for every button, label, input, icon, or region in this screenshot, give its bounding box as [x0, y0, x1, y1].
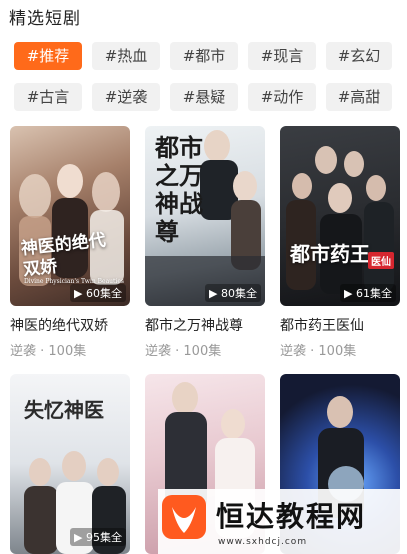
tag-comeback[interactable]: #逆袭	[92, 83, 160, 111]
drama-meta: 逆袭 · 100集	[145, 344, 222, 359]
play-icon: ▶	[344, 287, 356, 300]
drama-title[interactable]: 都市之万神战尊	[145, 315, 243, 335]
play-icon: ▶	[74, 287, 86, 300]
tag-action[interactable]: #动作	[248, 83, 316, 111]
section-title: 精选短剧	[9, 9, 81, 29]
watermark-logo-icon	[162, 495, 206, 539]
drama-poster[interactable]: 都市药王 医仙 ▶ 61集全	[280, 126, 400, 306]
tag-hot-blood[interactable]: #热血	[92, 42, 160, 70]
poster-title-art: 失忆神医	[24, 398, 104, 422]
play-icon: ▶	[209, 287, 221, 300]
drama-poster[interactable]: 神医的绝代双娇 Divine Physician's Twin Beauties…	[10, 126, 130, 306]
tag-urban[interactable]: #都市	[170, 42, 238, 70]
tag-ancient-romance[interactable]: #古言	[14, 83, 82, 111]
poster-title-art: 都市之万神战尊	[155, 133, 203, 246]
watermark-url: www.sxhdcj.com	[218, 537, 308, 547]
watermark: 恒达教程网 www.sxhdcj.com	[158, 489, 407, 554]
tag-recommend[interactable]: #推荐	[14, 42, 82, 70]
episode-count-badge: ▶ 80集全	[205, 284, 261, 302]
drama-poster[interactable]: 都市之万神战尊 ▶ 80集全	[145, 126, 265, 306]
tag-fantasy[interactable]: #玄幻	[326, 42, 392, 70]
poster-title-art: 都市药王	[290, 242, 370, 266]
drama-title[interactable]: 神医的绝代双娇	[10, 315, 108, 335]
episode-count-badge: ▶ 60集全	[70, 284, 126, 302]
tag-sweet[interactable]: #高甜	[326, 83, 392, 111]
play-icon: ▶	[74, 531, 86, 544]
drama-meta: 逆袭 · 100集	[280, 344, 357, 359]
watermark-text: 恒达教程网	[216, 500, 367, 533]
poster-subtitle-art: 医仙	[368, 252, 394, 269]
drama-poster[interactable]: 失忆神医 ▶ 95集全	[10, 374, 130, 554]
tag-modern-romance[interactable]: #现言	[248, 42, 316, 70]
drama-meta: 逆袭 · 100集	[10, 344, 87, 359]
tag-suspense[interactable]: #悬疑	[170, 83, 238, 111]
episode-count-badge: ▶ 61集全	[340, 284, 396, 302]
drama-title[interactable]: 都市药王医仙	[280, 315, 364, 335]
episode-count-badge: ▶ 95集全	[70, 528, 126, 546]
